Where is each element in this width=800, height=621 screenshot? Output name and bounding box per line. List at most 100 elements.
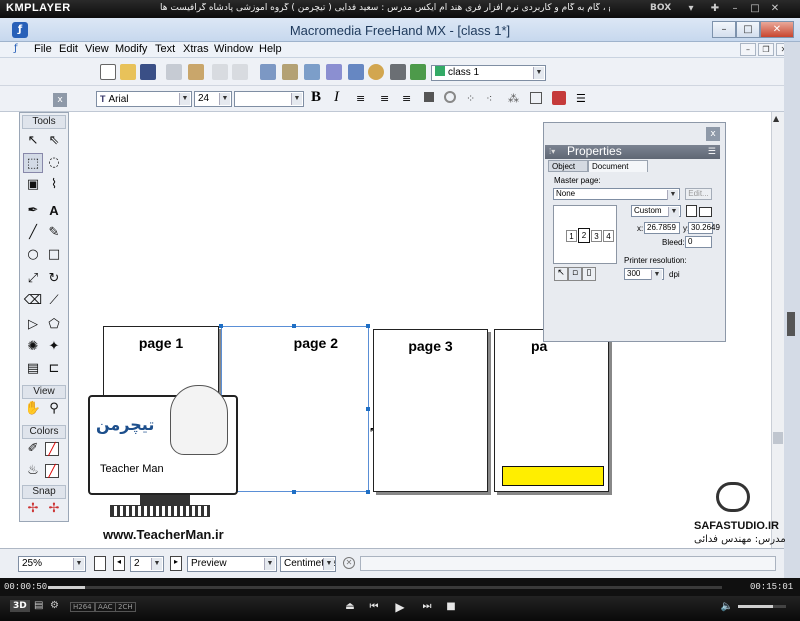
font-style-select[interactable]: ▼ [234, 91, 304, 107]
page-thumb-1[interactable]: 1 [566, 230, 577, 242]
panel-options-icon[interactable]: ☰ [708, 145, 716, 158]
menu-file[interactable]: File [34, 43, 52, 55]
transform-icon[interactable] [260, 64, 276, 80]
run-around-icon[interactable]: ☰ [576, 92, 586, 105]
add-page-icon[interactable]: ▫ [568, 267, 582, 281]
stroke-color-icon[interactable]: ✐ [23, 439, 43, 459]
next-page-icon[interactable]: ▸ [170, 556, 182, 571]
pencil-icon[interactable]: ✎ [44, 223, 64, 243]
freehand-app-icon[interactable]: ƒ [12, 22, 28, 38]
bleed-field[interactable]: 0 [685, 236, 712, 248]
spell-check-icon[interactable] [552, 91, 566, 105]
selection-handle[interactable] [292, 324, 296, 328]
fill-color-icon[interactable]: ♨ [23, 461, 43, 481]
import-icon[interactable] [166, 64, 182, 80]
blend-icon[interactable]: ▷ [23, 315, 43, 335]
mirror-icon[interactable]: ✦ [44, 337, 64, 357]
x-field[interactable]: 26.7859 [644, 222, 680, 234]
seek-bar[interactable] [48, 586, 722, 589]
snap-point-icon[interactable]: ✢ [23, 499, 43, 519]
cancel-render-icon[interactable]: ✕ [343, 557, 355, 569]
play-icon[interactable]: ▶ [391, 599, 409, 615]
player-minimize-icon[interactable]: – [728, 2, 742, 16]
layers-icon[interactable] [326, 64, 342, 80]
menu-help[interactable]: Help [259, 43, 282, 55]
player-box-button[interactable]: BOX [650, 3, 671, 13]
zoom-icon[interactable]: ⚲ [44, 399, 64, 419]
page-number-select[interactable]: 2 ▼ [130, 556, 164, 572]
page-thumbnails[interactable]: 1 2 3 4 [553, 205, 617, 264]
rotate-icon[interactable]: ↻ [44, 269, 64, 289]
selection-handle[interactable] [366, 324, 370, 328]
connector-icon[interactable]: ⊏ [44, 359, 64, 379]
previous-icon[interactable]: ⏮ [365, 599, 383, 615]
page-2-selected[interactable]: page 2 [221, 326, 369, 492]
new-document-icon[interactable] [100, 64, 116, 80]
volume-icon[interactable]: 🔈 [718, 599, 736, 615]
snap-object-icon[interactable]: ✢ [44, 499, 64, 519]
scale-icon[interactable]: ⤢ [23, 269, 43, 289]
align-icon[interactable] [282, 64, 298, 80]
menu-xtras[interactable]: Xtras [183, 43, 209, 55]
lock-icon[interactable] [212, 64, 228, 80]
flow-text-icon[interactable]: ⁖ [486, 92, 492, 105]
volume-slider[interactable] [738, 605, 786, 608]
tab-object[interactable]: Object [548, 160, 588, 172]
properties-header[interactable]: ⁞▾ Properties ☰ [545, 145, 720, 159]
prev-page-icon[interactable]: ◂ [113, 556, 125, 571]
open-folder-icon[interactable] [120, 64, 136, 80]
page-thumb-4[interactable]: 4 [603, 230, 614, 242]
symbols-icon[interactable] [304, 64, 320, 80]
page-4[interactable]: pa [494, 329, 609, 492]
player-pin-icon[interactable]: ✚ [708, 2, 722, 16]
page-tool-icon[interactable]: ⬚ [23, 153, 43, 173]
page-thumb-3[interactable]: 3 [591, 230, 602, 242]
swatches-icon[interactable] [390, 64, 406, 80]
attach-path-icon[interactable]: ⁘ [466, 92, 475, 105]
align-right-icon[interactable]: ≡ [402, 92, 411, 105]
styles-icon[interactable] [348, 64, 364, 80]
playlist-icon[interactable]: ▤ [34, 600, 43, 611]
justify-icon[interactable] [424, 92, 434, 102]
master-page-select[interactable]: None ▼ [553, 188, 680, 200]
next-icon[interactable]: ⏭ [418, 599, 436, 615]
page-thumb-2[interactable]: 2 [578, 228, 590, 243]
ellipse-icon[interactable]: ○ [23, 245, 43, 265]
landscape-icon[interactable] [699, 207, 712, 217]
line-icon[interactable]: ╱ [23, 223, 43, 243]
font-size-select[interactable]: 24 ▼ [194, 91, 232, 107]
trace-icon[interactable]: ▣ [23, 175, 43, 195]
page-tool-small-icon[interactable]: ↖ [554, 267, 568, 281]
lasso-icon[interactable]: ◌ [44, 153, 64, 173]
subselect-icon[interactable]: ⇖ [44, 131, 64, 151]
eject-icon[interactable]: ⏏ [341, 599, 359, 615]
library-icon[interactable] [410, 64, 426, 80]
document-select[interactable]: class 1 ▼ [431, 65, 546, 81]
window-close-button[interactable]: ✕ [760, 21, 794, 38]
gripper-icon[interactable]: ⁞▾ [549, 145, 555, 158]
properties-close-button[interactable]: x [706, 127, 720, 141]
view-mode-select[interactable]: Preview ▼ [187, 556, 277, 572]
page-icon[interactable] [94, 556, 106, 571]
tab-document[interactable]: Document [588, 160, 648, 172]
document-icon[interactable]: ƒ [14, 43, 28, 57]
pen-icon[interactable]: ✒ [23, 201, 43, 221]
edit-master-button[interactable]: Edit... [685, 188, 712, 200]
selection-handle[interactable] [366, 407, 370, 411]
color-mixer-icon[interactable] [368, 64, 384, 80]
player-close-icon[interactable]: ✕ [768, 2, 782, 16]
menu-text[interactable]: Text [155, 43, 175, 55]
yellow-rectangle[interactable] [502, 466, 604, 486]
hand-icon[interactable]: ✋ [23, 399, 43, 419]
settings-icon[interactable]: ⚙ [50, 600, 59, 611]
selection-handle[interactable] [292, 490, 296, 494]
3d-button[interactable]: 3D [10, 600, 30, 612]
doc-restore-button[interactable]: ❐ [758, 43, 774, 56]
align-center-icon[interactable]: ≡ [380, 92, 389, 105]
scroll-thumb[interactable] [773, 432, 783, 444]
text-tool-icon[interactable]: A [44, 201, 64, 221]
text-effect-icon[interactable] [444, 91, 456, 103]
player-menu-icon[interactable]: ▾ [684, 2, 698, 16]
menu-edit[interactable]: Edit [59, 43, 78, 55]
player-maximize-icon[interactable]: □ [748, 2, 762, 16]
